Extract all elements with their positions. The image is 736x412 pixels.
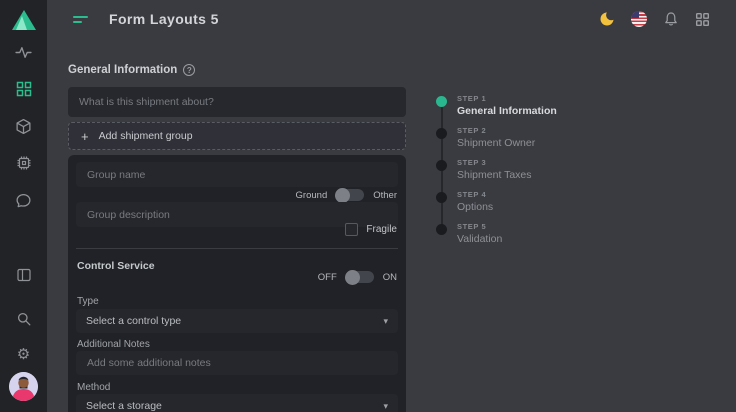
on-label: ON [383,272,397,283]
add-shipment-group-label: Add shipment group [99,130,193,142]
ground-other-toggle-row: Ground Other [296,189,397,201]
step-3-shipment-taxes[interactable]: STEP 3 Shipment Taxes [436,158,532,181]
fragile-label: Fragile [366,224,397,235]
dark-mode-moon-icon[interactable] [598,11,615,28]
grid-squares-icon [16,81,32,97]
language-flag-us-icon[interactable] [630,11,647,28]
sidebar-item-search[interactable] [0,311,47,327]
step-title: Validation [457,233,502,245]
step-label: STEP 2 [457,126,535,135]
additional-notes-input[interactable] [76,351,398,375]
wizard-stepper: STEP 1 General Information STEP 2 Shipme… [436,94,616,274]
header-actions [598,11,711,28]
card-divider [76,248,398,249]
step-5-validation[interactable]: STEP 5 Validation [436,222,502,245]
method-select[interactable]: Select a storage [76,394,398,412]
sidebar-item-layout-toggle[interactable] [0,267,47,283]
chevron-down-icon [383,316,388,327]
ground-other-toggle[interactable] [336,189,364,201]
notifications-bell-icon[interactable] [662,11,679,28]
step-4-options[interactable]: STEP 4 Options [436,190,493,213]
settings-gear-icon: ⚙ [17,347,30,362]
chat-bubble-icon [15,192,32,209]
user-avatar[interactable] [9,372,38,401]
sidebar-item-dashboard[interactable] [0,44,47,61]
brand-logo[interactable] [0,8,47,37]
off-on-toggle[interactable] [346,271,374,283]
app-root: ⚙ Form Layouts 5 [0,0,736,412]
other-label: Other [373,190,397,201]
cube-icon [15,118,32,135]
off-label: OFF [318,272,337,283]
ground-label: Ground [296,190,328,201]
step-title: Shipment Taxes [457,169,532,181]
step-dot [436,128,447,139]
step-label: STEP 1 [457,94,557,103]
toggle-knob [345,270,360,285]
plus-icon [81,129,89,144]
sidebar-item-chat[interactable] [0,192,47,209]
step-title: General Information [457,105,557,117]
page-title: Form Layouts 5 [109,11,219,27]
sidebar-item-forms-active[interactable] [0,81,47,97]
sidebar: ⚙ [0,0,47,412]
sidebar-item-components[interactable] [0,155,47,171]
fragile-checkbox-row: Fragile [345,223,397,236]
step-label: STEP 4 [457,190,493,199]
search-icon [16,311,32,327]
method-label: Method [77,382,110,393]
step-title: Options [457,201,493,213]
section-title-text: General Information [68,64,177,76]
step-dot-active [436,96,447,107]
group-name-input[interactable] [76,162,398,187]
step-2-shipment-owner[interactable]: STEP 2 Shipment Owner [436,126,535,149]
step-1-general-information[interactable]: STEP 1 General Information [436,94,557,117]
step-title: Shipment Owner [457,137,535,149]
apps-grid-icon[interactable] [694,11,711,28]
help-question-icon[interactable] [183,64,195,76]
type-select[interactable]: Select a control type [76,309,398,333]
additional-notes-label: Additional Notes [77,339,150,350]
top-header: Form Layouts 5 [47,0,736,38]
section-title: General Information [68,64,195,76]
shipment-group-card: Ground Other Fragile Control Service OFF… [68,155,406,412]
layout-panel-icon [16,267,32,283]
shipment-about-input[interactable] [68,87,406,117]
step-dot [436,224,447,235]
sidebar-item-settings[interactable]: ⚙ [0,347,47,362]
step-dot [436,160,447,171]
type-label: Type [77,296,99,307]
fragile-checkbox[interactable] [345,223,358,236]
type-select-value: Select a control type [86,315,181,327]
step-label: STEP 5 [457,222,502,231]
hamburger-menu-icon[interactable] [73,16,88,23]
activity-pulse-icon [15,44,32,61]
add-shipment-group-button[interactable]: Add shipment group [68,122,406,150]
sidebar-item-packages[interactable] [0,118,47,135]
step-label: STEP 3 [457,158,532,167]
triangle-logo-icon [11,8,37,37]
toggle-knob [335,188,350,203]
control-service-title: Control Service [77,260,155,272]
step-dot [436,192,447,203]
off-on-toggle-row: OFF ON [318,271,397,283]
method-select-value: Select a storage [86,400,162,412]
chevron-down-icon [383,401,388,412]
cpu-chip-icon [16,155,32,171]
